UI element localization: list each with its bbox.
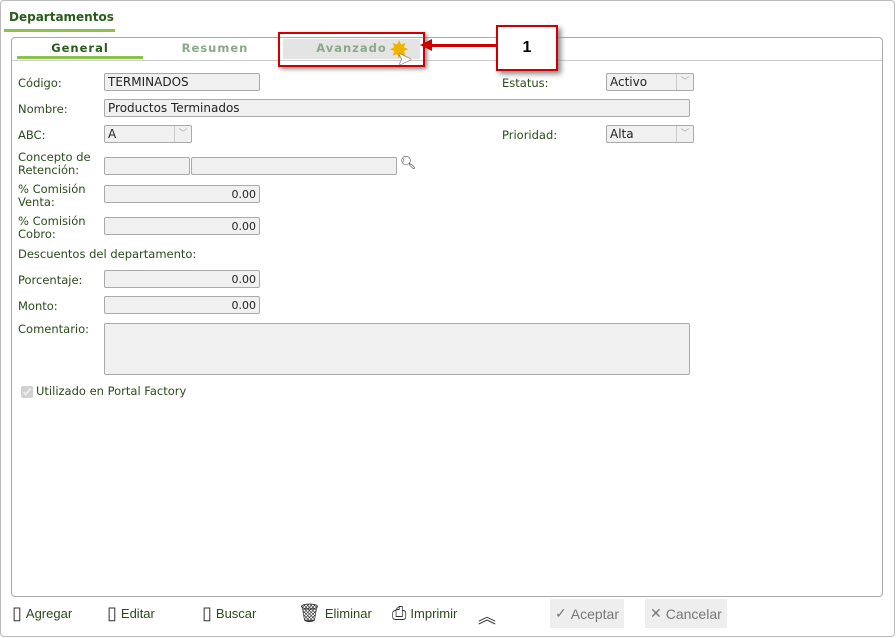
- portal-factory-checkbox[interactable]: Utilizado en Portal Factory: [21, 385, 186, 398]
- chevron-down-icon: ﹀: [676, 74, 693, 90]
- cancelar-label: Cancelar: [665, 605, 722, 622]
- abc-label: ABC:: [18, 128, 46, 142]
- active-tab-indicator: [4, 29, 115, 32]
- search-document-icon: ▯: [202, 603, 212, 623]
- nombre-input[interactable]: Productos Terminados: [104, 99, 690, 117]
- monto-input[interactable]: 0.00: [104, 296, 260, 314]
- agregar-button[interactable]: ▯ Agregar: [12, 603, 72, 624]
- collapse-button[interactable]: ︽: [478, 603, 496, 629]
- eliminar-label: Eliminar: [324, 606, 372, 621]
- concepto-label: Concepto de Retención:: [18, 151, 91, 177]
- prioridad-select[interactable]: Alta ﹀: [606, 125, 694, 143]
- prioridad-label: Prioridad:: [502, 128, 558, 142]
- comision-venta-label-line1: % Comisión: [18, 182, 86, 196]
- search-icon[interactable]: 🔍︎: [400, 156, 417, 171]
- porcentaje-input[interactable]: 0.00: [104, 270, 260, 288]
- monto-label: Monto:: [18, 299, 58, 313]
- form-panel: General Resumen Avanzado: [11, 37, 883, 597]
- porcentaje-label: Porcentaje:: [18, 273, 83, 287]
- buscar-button[interactable]: ▯ Buscar: [202, 603, 256, 624]
- descuentos-heading: Descuentos del departamento:: [18, 247, 197, 261]
- edit-icon: ▯: [107, 603, 117, 623]
- chevron-down-icon: ﹀: [174, 126, 191, 142]
- estatus-value: Activo: [610, 75, 648, 89]
- tab-departamentos[interactable]: Departamentos: [5, 10, 118, 28]
- prioridad-value: Alta: [610, 127, 634, 141]
- portal-factory-label: Utilizado en Portal Factory: [36, 384, 187, 398]
- cancelar-button[interactable]: ✕ Cancelar: [645, 599, 727, 628]
- estatus-select[interactable]: Activo ﹀: [606, 73, 694, 91]
- checkbox[interactable]: [21, 385, 33, 398]
- mouse-cursor-icon: ➤: [397, 49, 413, 70]
- abc-value: A: [108, 127, 117, 141]
- tab-general[interactable]: General: [17, 41, 143, 59]
- estatus-label: Estatus:: [502, 76, 549, 90]
- add-document-icon: ▯: [12, 603, 22, 623]
- imprimir-label: Imprimir: [410, 606, 458, 621]
- comentario-label: Comentario:: [18, 322, 90, 336]
- concepto-name-input[interactable]: [191, 157, 397, 175]
- eliminar-button[interactable]: 🗑︎ Eliminar: [298, 603, 372, 624]
- chevron-down-icon: ﹀: [676, 126, 693, 142]
- codigo-input[interactable]: TERMINADOS: [104, 73, 260, 91]
- imprimir-button[interactable]: ⎙ Imprimir: [392, 603, 457, 624]
- tab-bar: General Resumen Avanzado: [12, 38, 882, 61]
- comision-venta-input[interactable]: 0.00: [104, 185, 260, 203]
- editar-label: Editar: [120, 606, 155, 621]
- comision-cobro-label-line2: Cobro:: [18, 227, 56, 241]
- comision-cobro-input[interactable]: 0.00: [104, 217, 260, 235]
- editar-button[interactable]: ▯ Editar: [107, 603, 155, 624]
- agregar-label: Agregar: [25, 606, 73, 621]
- codigo-label: Código:: [18, 76, 62, 90]
- arrow-line: [428, 44, 498, 47]
- comision-venta-label-line2: Venta:: [18, 195, 55, 209]
- double-chevron-up-icon: ︽: [478, 607, 496, 627]
- step-callout: 1: [496, 25, 558, 71]
- comision-cobro-label: % Comisión Cobro:: [18, 215, 86, 241]
- buscar-label: Buscar: [215, 606, 257, 621]
- nombre-label: Nombre:: [18, 102, 68, 116]
- abc-select[interactable]: A ﹀: [104, 125, 192, 143]
- aceptar-label: Aceptar: [570, 605, 619, 622]
- comentario-textarea[interactable]: [104, 323, 690, 375]
- close-icon: ✕: [650, 605, 662, 621]
- concepto-label-line2: Retención:: [18, 163, 80, 177]
- tab-resumen[interactable]: Resumen: [152, 41, 278, 55]
- comision-venta-label: % Comisión Venta:: [18, 183, 86, 209]
- concepto-code-input[interactable]: [104, 157, 190, 175]
- printer-icon: ⎙: [392, 603, 407, 623]
- concepto-label-line1: Concepto de: [18, 150, 91, 164]
- trash-icon: 🗑︎: [298, 603, 321, 623]
- check-icon: ✓: [555, 605, 567, 621]
- comision-cobro-label-line1: % Comisión: [18, 214, 86, 228]
- aceptar-button[interactable]: ✓ Aceptar: [550, 599, 624, 628]
